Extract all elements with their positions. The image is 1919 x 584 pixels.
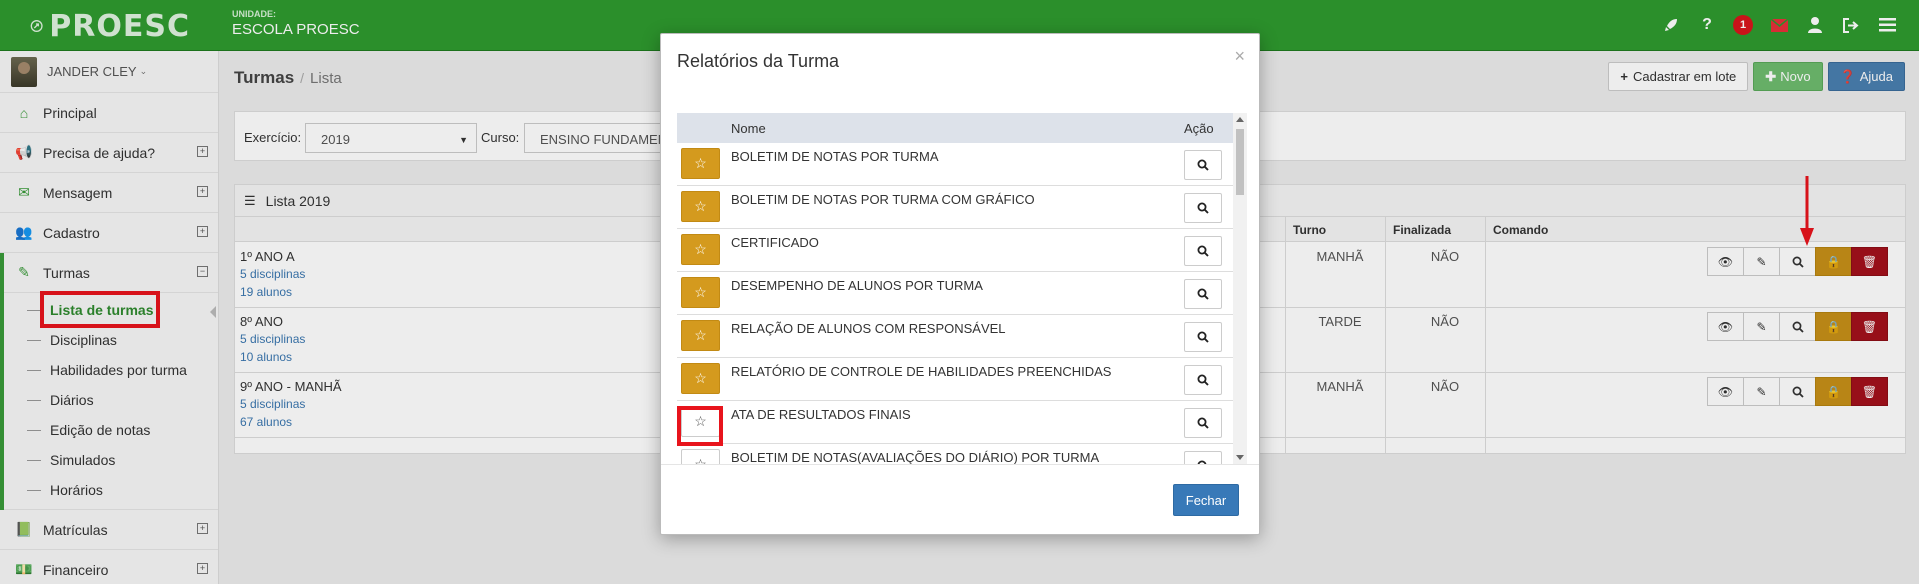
favorite-star-button[interactable]: ☆ [681, 320, 720, 351]
open-report-button[interactable] [1184, 451, 1222, 464]
report-row: ☆ RELAÇÃO DE ALUNOS COM RESPONSÁVEL [677, 315, 1233, 358]
report-row: ☆ CERTIFICADO [677, 229, 1233, 272]
report-row: ☆ BOLETIM DE NOTAS POR TURMA COM GRÁFICO [677, 186, 1233, 229]
favorite-star-button[interactable]: ☆ [681, 449, 720, 464]
report-row: ☆ BOLETIM DE NOTAS(AVALIAÇÕES DO DIÁRIO) … [677, 444, 1233, 464]
report-name: BOLETIM DE NOTAS POR TURMA COM GRÁFICO [731, 192, 1035, 207]
reports-modal: Relatórios da Turma × Nome Ação ☆ BOLETIM… [660, 33, 1260, 535]
star-icon: ☆ [694, 241, 707, 257]
open-report-button[interactable] [1184, 193, 1222, 223]
search-icon [1197, 417, 1209, 429]
report-name: DESEMPENHO DE ALUNOS POR TURMA [731, 278, 983, 293]
star-icon: ☆ [694, 284, 707, 300]
report-name: BOLETIM DE NOTAS(AVALIAÇÕES DO DIÁRIO) P… [731, 450, 1100, 464]
star-icon: ☆ [694, 155, 707, 171]
modal-title: Relatórios da Turma [677, 51, 840, 71]
search-icon [1197, 331, 1209, 343]
reports-table-header: Nome Ação [677, 113, 1233, 143]
open-report-button[interactable] [1184, 236, 1222, 266]
search-icon [1197, 245, 1209, 257]
annotation-highlight-star [677, 406, 723, 446]
column-nome: Nome [731, 121, 766, 136]
favorite-star-button[interactable]: ☆ [681, 234, 720, 265]
search-icon [1197, 159, 1209, 171]
report-name: RELAÇÃO DE ALUNOS COM RESPONSÁVEL [731, 321, 1006, 336]
scroll-thumb[interactable] [1236, 129, 1244, 195]
favorite-star-button[interactable]: ☆ [681, 148, 720, 179]
report-row: ☆ ATA DE RESULTADOS FINAIS [677, 401, 1233, 444]
search-icon [1197, 374, 1209, 386]
modal-footer-divider [661, 464, 1259, 465]
search-icon [1197, 288, 1209, 300]
report-row: ☆ DESEMPENHO DE ALUNOS POR TURMA [677, 272, 1233, 315]
report-name: BOLETIM DE NOTAS POR TURMA [731, 149, 939, 164]
report-name: RELATÓRIO DE CONTROLE DE HABILIDADES PRE… [731, 364, 1112, 379]
open-report-button[interactable] [1184, 365, 1222, 395]
scroll-up-icon[interactable] [1236, 117, 1244, 122]
open-report-button[interactable] [1184, 322, 1222, 352]
column-acao: Ação [1184, 121, 1214, 136]
report-name: CERTIFICADO [731, 235, 819, 250]
fechar-button[interactable]: Fechar [1173, 484, 1239, 516]
scroll-down-icon[interactable] [1236, 455, 1244, 460]
star-icon: ☆ [694, 198, 707, 214]
open-report-button[interactable] [1184, 408, 1222, 438]
star-icon: ☆ [694, 370, 707, 386]
open-report-button[interactable] [1184, 279, 1222, 309]
report-name: ATA DE RESULTADOS FINAIS [731, 407, 911, 422]
favorite-star-button[interactable]: ☆ [681, 191, 720, 222]
favorite-star-button[interactable]: ☆ [681, 277, 720, 308]
star-icon: ☆ [694, 327, 707, 343]
reports-table: Nome Ação ☆ BOLETIM DE NOTAS POR TURMA ☆ BO… [677, 113, 1247, 464]
favorite-star-button[interactable]: ☆ [681, 363, 720, 394]
report-row: ☆ RELATÓRIO DE CONTROLE DE HABILIDADES PR… [677, 358, 1233, 401]
close-icon[interactable]: × [1234, 46, 1245, 67]
star-icon: ☆ [694, 456, 707, 464]
search-icon [1197, 202, 1209, 214]
reports-scrollbar[interactable] [1233, 113, 1247, 464]
report-row: ☆ BOLETIM DE NOTAS POR TURMA [677, 143, 1233, 186]
open-report-button[interactable] [1184, 150, 1222, 180]
